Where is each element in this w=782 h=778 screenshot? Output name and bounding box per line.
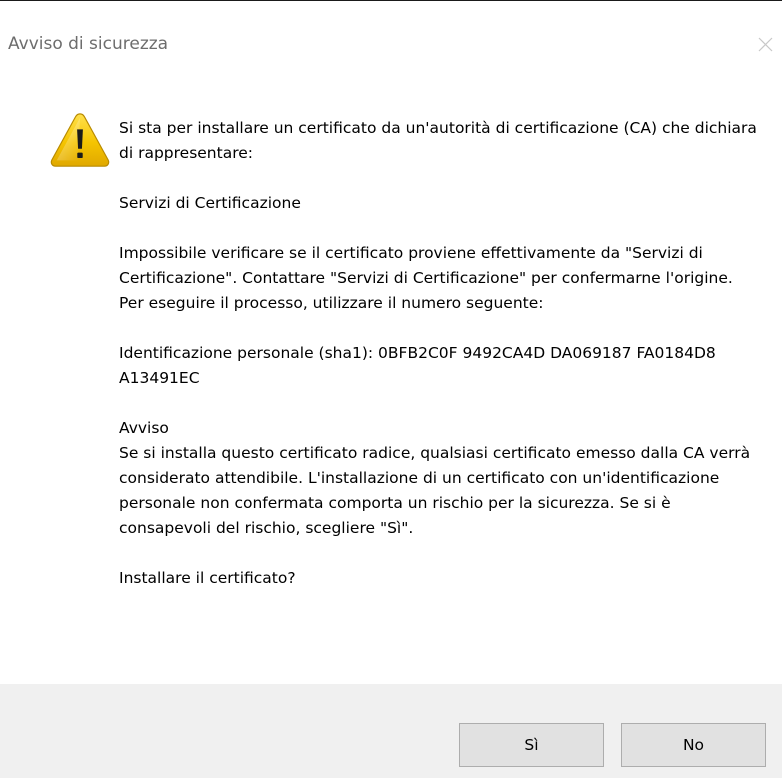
yes-button[interactable]: Sì [459, 723, 604, 767]
warning-heading: Avviso [119, 419, 169, 437]
issuer-name: Servizi di Certificazione [119, 194, 301, 212]
intro-text: Si sta per installare un certificato da … [119, 119, 757, 162]
security-warning-dialog: Avviso di sicurezza Si sta per installar… [0, 0, 782, 778]
thumbprint-text: Identificazione personale (sha1): 0BFB2C… [119, 344, 716, 387]
install-question: Installare il certificato? [119, 569, 296, 587]
window-title: Avviso di sicurezza [8, 34, 169, 54]
close-button[interactable] [746, 25, 782, 61]
verification-text: Impossibile verificare se il certificato… [119, 244, 733, 312]
button-bar: Sì No [0, 684, 782, 778]
no-button[interactable]: No [621, 723, 766, 767]
message-body: Si sta per installare un certificato da … [119, 116, 759, 616]
warning-text: Se si installa questo certificato radice… [119, 444, 751, 537]
warning-icon [50, 113, 110, 167]
close-icon [758, 37, 773, 52]
title-bar[interactable]: Avviso di sicurezza [0, 1, 782, 81]
